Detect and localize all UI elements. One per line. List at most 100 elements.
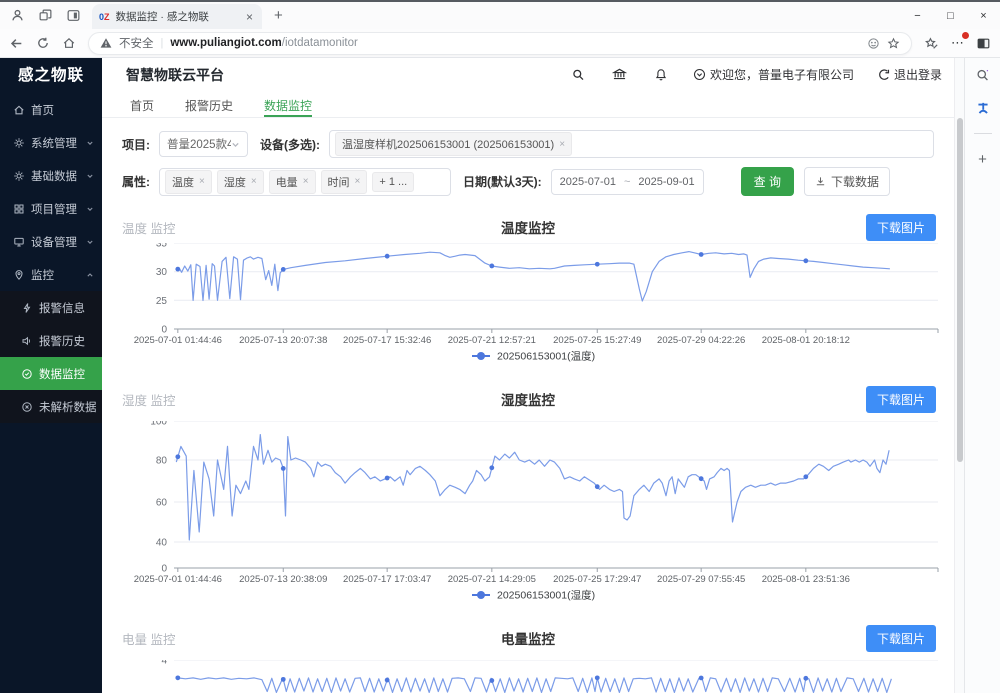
sidebar-item-monitor[interactable]: 监控 — [0, 258, 102, 291]
site-favicon: 0Z — [99, 12, 110, 22]
chip-close-icon[interactable]: × — [559, 139, 565, 150]
logout-icon — [877, 68, 890, 81]
pin-icon — [13, 269, 25, 281]
download-image-button[interactable]: 下载图片 — [866, 386, 936, 413]
svg-text:25: 25 — [156, 296, 168, 307]
bell-icon[interactable] — [654, 68, 668, 82]
browser-profile-box-icon[interactable] — [976, 36, 991, 51]
sidebar-item-device-mgmt[interactable]: 设备管理 — [0, 225, 102, 258]
browser-toolbar: 不安全 | www.puliangiot.com/iotdatamonitor … — [0, 29, 1000, 58]
window-minimize-button[interactable]: − — [901, 2, 934, 29]
page-scrollbar[interactable] — [954, 58, 964, 693]
date-end: 2025-09-01 — [638, 176, 694, 188]
address-bar[interactable]: 不安全 | www.puliangiot.com/iotdatamonitor — [88, 32, 912, 55]
svg-text:0: 0 — [161, 564, 167, 575]
chevron-down-icon — [86, 139, 94, 147]
browser-window: 0Z 数据监控 · 感之物联 × + − □ × 不安全 | www.pulia… — [0, 0, 1000, 693]
rail-search-icon[interactable] — [975, 68, 990, 83]
page-title: 智慧物联云平台 — [126, 65, 224, 85]
svg-text:2025-08-01 20:18:12: 2025-08-01 20:18:12 — [762, 335, 850, 346]
svg-text:2025-07-21 14:29:05: 2025-07-21 14:29:05 — [448, 574, 536, 585]
download-image-button[interactable]: 下载图片 — [866, 625, 936, 652]
tab-alarm-history[interactable]: 报警历史 — [185, 91, 233, 117]
welcome-text[interactable]: 欢迎您，普量电子有限公司 — [693, 66, 854, 83]
rail-app-icon[interactable] — [975, 100, 991, 116]
sidebar-item-base-data[interactable]: 基础数据 — [0, 159, 102, 192]
query-button[interactable]: 查 询 — [741, 167, 794, 196]
sidebar-item-alarm-history[interactable]: 报警历史 — [0, 324, 102, 357]
temperature-chart[interactable]: 35302502025-07-01 01:44:462025-07-13 20:… — [102, 243, 954, 365]
humidity-chart[interactable]: 10080604002025-07-01 01:44:462025-07-13 … — [102, 421, 954, 604]
window-close-button[interactable]: × — [967, 2, 1000, 29]
warning-icon[interactable] — [100, 37, 112, 49]
split-screen-icon[interactable] — [66, 8, 81, 23]
chip-close-icon[interactable]: × — [303, 176, 309, 187]
svg-text:2025-07-21 12:57:21: 2025-07-21 12:57:21 — [448, 335, 536, 346]
security-label: 不安全 — [119, 35, 154, 51]
svg-text:202506153001(温度): 202506153001(温度) — [497, 350, 595, 363]
svg-text:2025-07-13 20:38:09: 2025-07-13 20:38:09 — [239, 574, 327, 585]
svg-text:100: 100 — [150, 421, 167, 428]
sidebar-item-system-mgmt[interactable]: 系统管理 — [0, 126, 102, 159]
chip-close-icon[interactable]: × — [355, 176, 361, 187]
logout-button[interactable]: 退出登录 — [877, 66, 942, 83]
workspaces-icon[interactable] — [38, 8, 53, 23]
project-select[interactable]: 普量2025款4... — [159, 131, 248, 157]
chart-left-title: 湿度 监控 — [122, 390, 175, 409]
feedback-icon[interactable] — [867, 37, 880, 50]
grid-icon — [13, 203, 25, 215]
tab-home[interactable]: 首页 — [130, 91, 154, 117]
sidebar-item-project-mgmt[interactable]: 项目管理 — [0, 192, 102, 225]
download-icon — [815, 176, 826, 187]
back-icon[interactable] — [9, 36, 24, 51]
sidebar-item-unparsed-data[interactable]: 未解析数据 — [0, 390, 102, 423]
divider — [974, 133, 992, 134]
sidebar-item-home[interactable]: 首页 — [0, 93, 102, 126]
chart-title: 温度监控 — [102, 217, 954, 237]
page-tabs: 首页 报警历史 数据监控 — [102, 91, 954, 118]
download-data-button[interactable]: 下载数据 — [804, 167, 890, 196]
chevron-down-icon — [231, 140, 240, 149]
new-tab-button[interactable]: + — [274, 7, 283, 24]
attr-chip-time[interactable]: 时间× — [321, 170, 368, 194]
window-maximize-button[interactable]: □ — [934, 2, 967, 29]
sidebar-item-data-monitor[interactable]: 数据监控 — [0, 357, 102, 390]
svg-text:40: 40 — [156, 538, 168, 549]
download-image-button[interactable]: 下载图片 — [866, 214, 936, 241]
home-icon — [13, 104, 25, 116]
rail-plus-icon[interactable]: + — [978, 151, 987, 168]
profile-icon[interactable] — [10, 8, 25, 23]
bank-icon[interactable] — [612, 67, 627, 82]
search-icon[interactable] — [571, 68, 585, 82]
tab-data-monitor[interactable]: 数据监控 — [264, 91, 312, 117]
date-range-input[interactable]: 2025-07-01 ~ 2025-09-01 — [551, 169, 704, 195]
chart-left-title: 温度 监控 — [122, 218, 175, 237]
battery-chart[interactable]: 43 — [102, 660, 954, 693]
chip-close-icon[interactable]: × — [251, 176, 257, 187]
attr-chip-battery[interactable]: 电量× — [269, 170, 316, 194]
tab-close-icon[interactable]: × — [244, 10, 255, 24]
chevron-down-icon — [86, 205, 94, 213]
attribute-multiselect[interactable]: 温度× 湿度× 电量× 时间× + 1 ... — [159, 168, 451, 196]
sidebar-submenu: 报警信息 报警历史 数据监控 未解析数据 — [0, 291, 102, 423]
svg-text:80: 80 — [156, 456, 168, 467]
home-icon[interactable] — [62, 36, 76, 50]
attr-chip-more[interactable]: + 1 ... — [372, 172, 414, 192]
scrollbar-thumb[interactable] — [957, 118, 963, 462]
svg-text:2025-07-01 01:44:46: 2025-07-01 01:44:46 — [134, 574, 222, 585]
favorites-bar-icon[interactable] — [924, 36, 939, 51]
favorite-star-icon[interactable] — [887, 37, 900, 50]
svg-text:2025-07-17 15:32:46: 2025-07-17 15:32:46 — [343, 335, 431, 346]
sidebar-item-alarm-info[interactable]: 报警信息 — [0, 291, 102, 324]
device-chip[interactable]: 温湿度样机202506153001 (202506153001)× — [335, 132, 572, 156]
attr-chip-temp[interactable]: 温度× — [165, 170, 212, 194]
date-start: 2025-07-01 — [560, 176, 616, 188]
attribute-label: 属性: — [122, 173, 150, 190]
attr-chip-humidity[interactable]: 湿度× — [217, 170, 264, 194]
svg-text:35: 35 — [156, 243, 168, 250]
chip-close-icon[interactable]: × — [199, 176, 205, 187]
browser-more-icon[interactable]: ⋯ — [951, 35, 964, 51]
device-multiselect[interactable]: 温湿度样机202506153001 (202506153001)× — [329, 130, 934, 158]
browser-tab[interactable]: 0Z 数据监控 · 感之物联 × — [92, 4, 262, 29]
refresh-icon[interactable] — [36, 36, 50, 50]
